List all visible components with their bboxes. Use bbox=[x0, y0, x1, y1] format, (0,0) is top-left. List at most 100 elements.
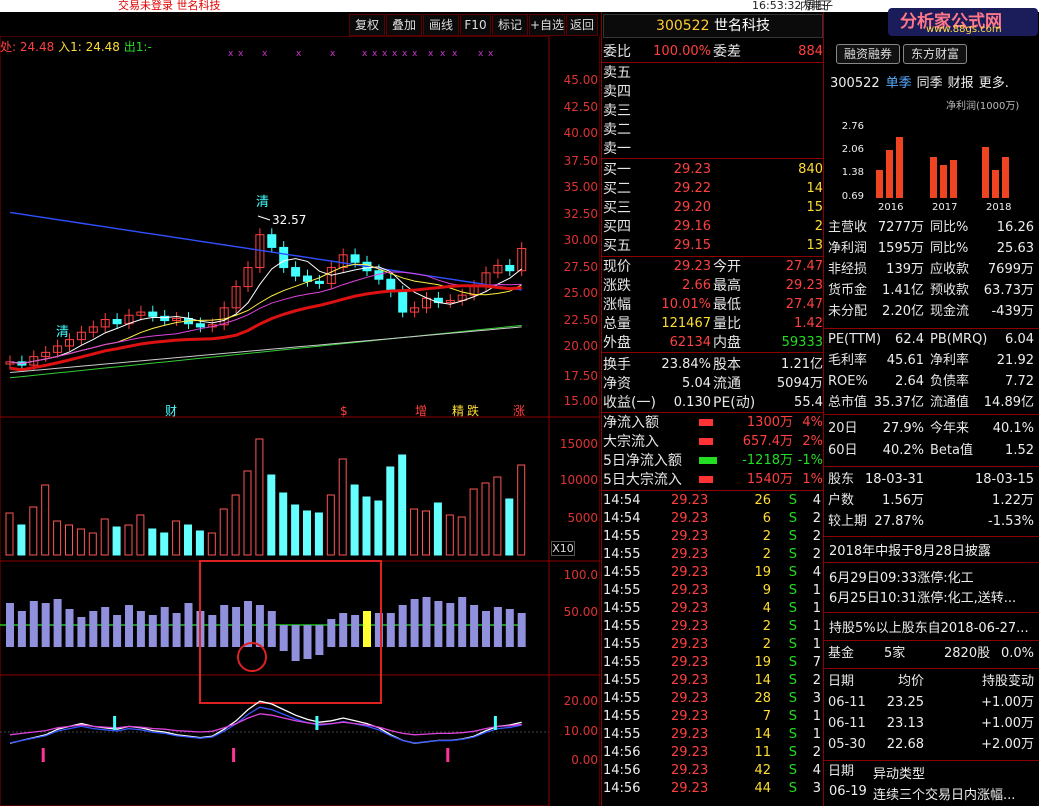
finance-ytick: 1.38 bbox=[841, 167, 864, 178]
price-tick: 25.00 bbox=[563, 286, 598, 300]
toolbar-button-2[interactable]: 画线 bbox=[423, 14, 459, 36]
volume-bar bbox=[362, 496, 371, 556]
row-value2: 840 bbox=[798, 162, 823, 177]
row-label: 卖二 bbox=[603, 122, 631, 138]
chart-area[interactable]: x x x x x x x x x x x x x x x x32.57清清财 $ 增精跌涨 bbox=[0, 36, 600, 806]
finance-bar bbox=[950, 159, 957, 198]
fin-value: 35.37亿 bbox=[873, 395, 924, 410]
stat-row: 换手 23.84% 股本 1.21亿 bbox=[603, 356, 823, 374]
price-tick: 32.50 bbox=[563, 207, 598, 221]
row-value: 121467 bbox=[661, 316, 711, 331]
tick-price: 29.23 bbox=[671, 727, 709, 742]
toolbar-button-3[interactable]: F10 bbox=[460, 14, 491, 36]
volume-bar bbox=[374, 500, 383, 556]
finance-row: 货币金 1.41亿 预收款 63.73万 bbox=[828, 282, 1034, 300]
fin-value: 1.56万 bbox=[882, 493, 924, 508]
finance-tab[interactable]: 财报 bbox=[948, 76, 974, 91]
row-value: 10.01% bbox=[661, 297, 711, 312]
indicator-bar bbox=[220, 605, 229, 647]
tick-time: 14:55 bbox=[603, 565, 641, 580]
event-type[interactable]: 连续三个交易日内涨幅... bbox=[873, 784, 1015, 803]
finance-tab[interactable]: 更多. bbox=[979, 76, 1009, 91]
limit-up-event[interactable]: 6月25日10:31涨停:化工,送转... bbox=[829, 587, 1016, 606]
indicator-bar bbox=[267, 611, 276, 647]
finance-button-1[interactable]: 东方财富 bbox=[903, 44, 967, 64]
row-label: 买一 bbox=[603, 162, 631, 178]
event-label: 增 bbox=[415, 404, 427, 418]
insider-trade-row: 05-30 22.68 +2.00万 bbox=[828, 736, 1034, 754]
finance-button-0[interactable]: 融资融券 bbox=[836, 44, 900, 64]
tick-time: 14:56 bbox=[603, 745, 641, 760]
flow-bar bbox=[699, 457, 717, 464]
price-tick: 35.00 bbox=[563, 180, 598, 194]
tick-row: 14:54 29.23 6 S 2 bbox=[603, 510, 823, 528]
indicator-bar bbox=[398, 605, 407, 647]
flow-value: 657.4万 bbox=[742, 434, 793, 449]
indicator-tick: 100.0 bbox=[563, 568, 598, 582]
tick-price: 29.23 bbox=[671, 565, 709, 580]
row-value2: 15 bbox=[806, 200, 823, 215]
fin-label2: 流通值 bbox=[930, 395, 970, 410]
row-label2: 今开 bbox=[713, 259, 741, 275]
fin-value: 均价 bbox=[897, 674, 924, 689]
toolbar-button-6[interactable]: 返回 bbox=[566, 14, 598, 36]
toolbar-button-4[interactable]: 标记 bbox=[492, 14, 528, 36]
row-value: 62134 bbox=[669, 335, 711, 350]
fin-value2: 16.26 bbox=[996, 220, 1034, 235]
flow-bar bbox=[699, 438, 713, 445]
event-label: $ bbox=[340, 404, 348, 418]
event-header: 日期 bbox=[828, 763, 1034, 781]
tick-row: 14:56 29.23 44 S 3 bbox=[603, 780, 823, 798]
fund-row: 基金 5家 2820股 0.0% bbox=[828, 645, 1034, 663]
fin-label2: 净利率 bbox=[930, 353, 970, 368]
volume-bar bbox=[184, 524, 192, 556]
fin-div bbox=[824, 668, 1039, 669]
finance-xlabel: 2018 bbox=[986, 202, 1012, 213]
tick-count: 3 bbox=[812, 691, 821, 706]
tick-price: 29.23 bbox=[671, 547, 709, 562]
stock-title: 300522 世名科技 bbox=[603, 14, 823, 38]
flow-row: 5日净流入额 -1218万 -1% bbox=[603, 452, 823, 470]
tick-volume: 42 bbox=[754, 763, 771, 778]
row-label: 买五 bbox=[603, 238, 631, 254]
row-label: 卖五 bbox=[603, 65, 631, 81]
volume-bar bbox=[291, 504, 300, 556]
fin-value2: 40.1% bbox=[992, 421, 1034, 436]
flow-pct: -1% bbox=[797, 453, 823, 468]
fin-label2: 预收款 bbox=[930, 283, 970, 298]
flow-bar bbox=[699, 419, 713, 426]
tick-volume: 2 bbox=[762, 637, 771, 652]
volume-bar bbox=[243, 470, 252, 556]
performance-row: 20日 27.9% 今年来 40.1% bbox=[828, 420, 1034, 438]
fin-label2: 负债率 bbox=[930, 374, 970, 389]
flow-row: 5日大宗流入 1540万 1% bbox=[603, 471, 823, 489]
holder-note[interactable]: 持股5%以上股东自2018-06-27... bbox=[829, 617, 1037, 636]
finance-row: 净利润 1595万 同比% 25.63 bbox=[828, 240, 1034, 258]
finance-tab[interactable]: 单季 bbox=[886, 76, 912, 91]
tick-side: S bbox=[788, 727, 797, 742]
finance-row: 未分配 2.20亿 现金流 -439万 bbox=[828, 303, 1034, 321]
price-tick: 40.00 bbox=[563, 126, 598, 140]
toolbar-button-5[interactable]: +自选 bbox=[529, 14, 565, 36]
high-price-label: 32.57 bbox=[272, 213, 306, 227]
limit-up-event[interactable]: 6月29日09:33涨停:化工 bbox=[829, 567, 974, 586]
volume-bar bbox=[469, 488, 478, 556]
fin-value: 23.13 bbox=[886, 716, 924, 731]
candle-body bbox=[398, 291, 408, 313]
fund-label: 基金 bbox=[828, 646, 855, 661]
indicator-bar bbox=[327, 619, 336, 647]
fin-label: 日期 bbox=[828, 674, 855, 689]
tick-volume: 2 bbox=[762, 619, 771, 634]
finance-tab[interactable]: 同季 bbox=[917, 76, 943, 91]
row-value2: 884 bbox=[798, 44, 823, 59]
volume-bar bbox=[5, 512, 14, 556]
row-value: 29.23 bbox=[673, 162, 711, 177]
toolbar-button-0[interactable]: 复权 bbox=[349, 14, 385, 36]
tick-row: 14:55 29.23 14 S 1 bbox=[603, 726, 823, 744]
volume-bar bbox=[279, 492, 288, 556]
flow-bar bbox=[699, 476, 713, 483]
toolbar-button-1[interactable]: 叠加 bbox=[386, 14, 422, 36]
tick-volume: 4 bbox=[762, 601, 771, 616]
tick-side: S bbox=[788, 547, 797, 562]
fin-value: 45.61 bbox=[886, 353, 924, 368]
